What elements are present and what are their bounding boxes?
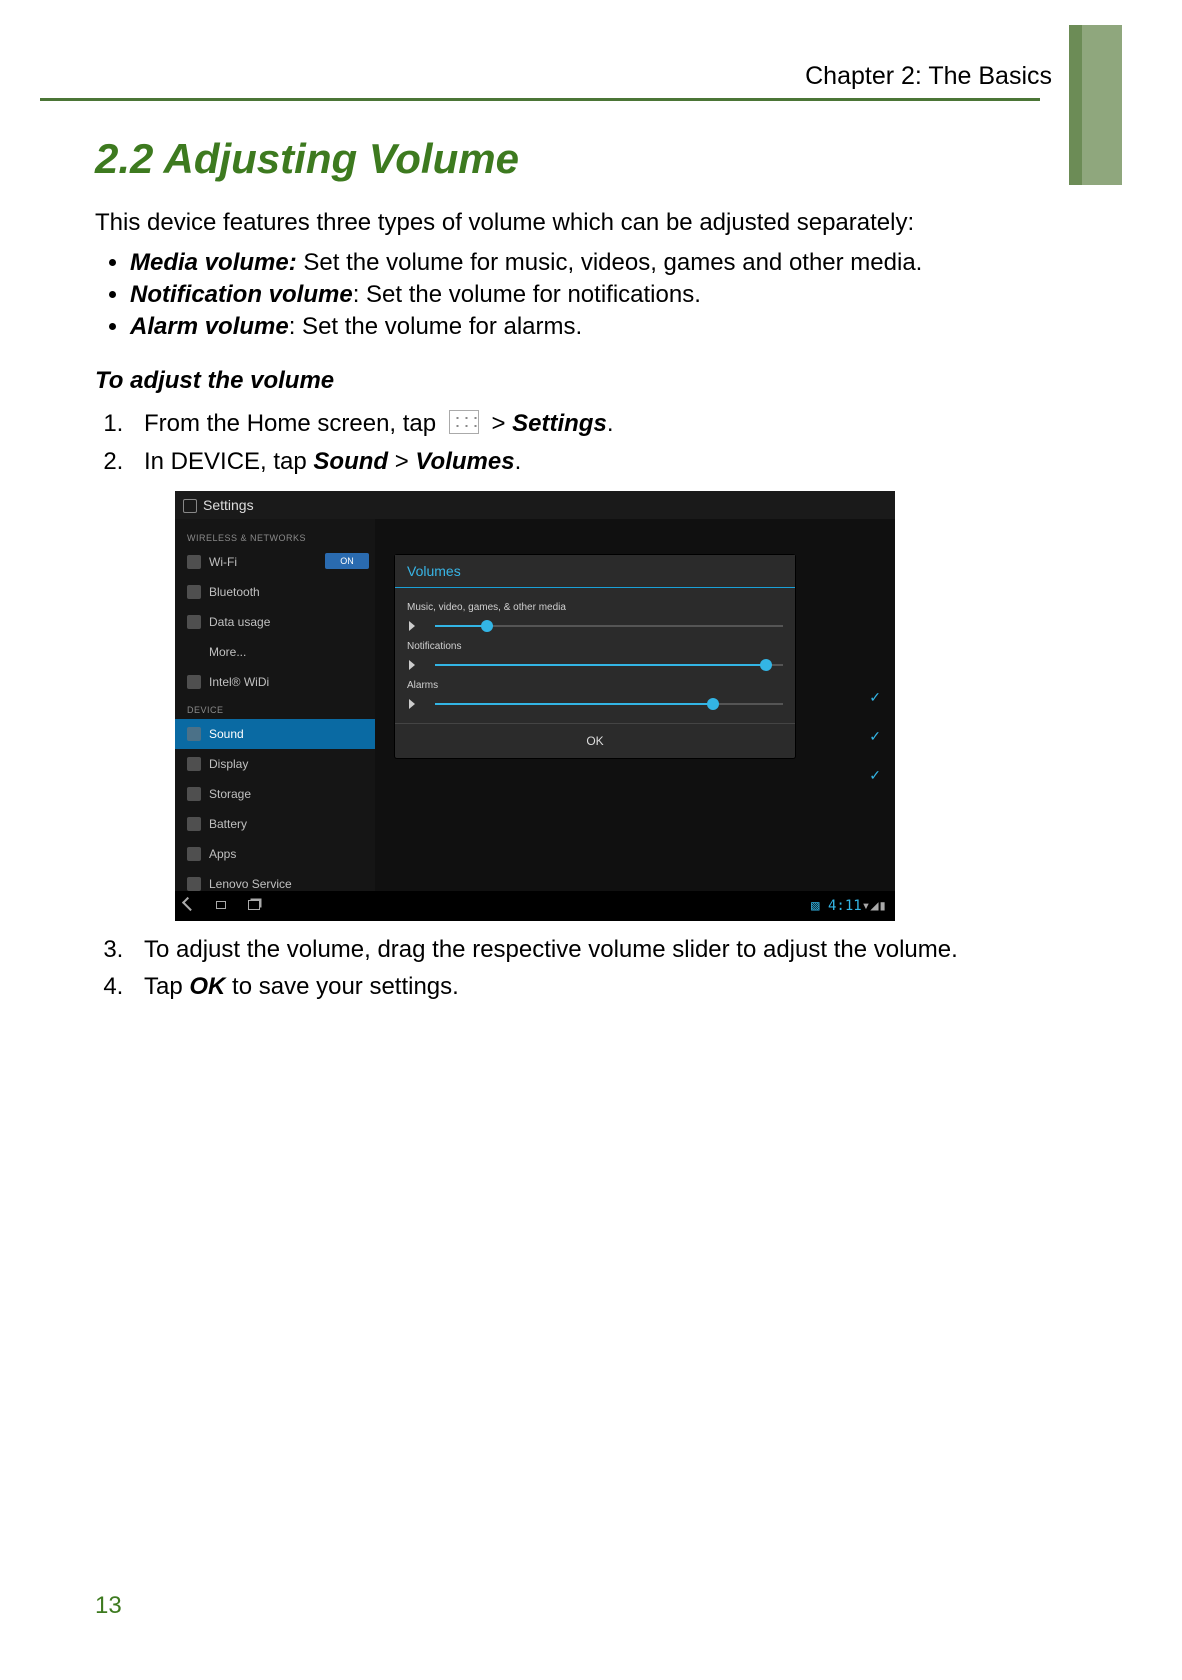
apps-grid-icon [449, 410, 479, 434]
step-3: To adjust the volume, drag the respectiv… [130, 933, 1055, 967]
sidebar-item-label: Wi-Fi [209, 555, 237, 569]
bullet-desc: Set the volume for music, videos, games … [297, 249, 923, 276]
check-icon: ✓ [869, 689, 881, 706]
apps-icon [187, 847, 201, 861]
step-text: To adjust the volume, drag the respectiv… [144, 936, 958, 963]
sidebar-item-label: Sound [209, 727, 244, 741]
chapter-header: Chapter 2: The Basics [805, 62, 1052, 91]
step-1: From the Home screen, tap > Settings. [130, 407, 1055, 441]
step-text: From the Home screen, tap [144, 410, 443, 437]
sound-icon [187, 727, 201, 741]
list-item: Alarm volume: Set the volume for alarms. [130, 313, 1055, 341]
step-strong: Sound [313, 448, 388, 475]
shot-main: Volumes Music, video, games, & other med… [375, 519, 895, 891]
side-tab-edge [1069, 25, 1082, 185]
intro-text: This device features three types of volu… [95, 207, 1055, 239]
subheading: To adjust the volume [95, 367, 1055, 395]
bullet-term: Notification volume [130, 281, 353, 308]
shot-titlebar: Settings [175, 491, 895, 519]
alarms-label: Alarms [407, 680, 783, 691]
widi-icon [187, 675, 201, 689]
shot-sidebar: WIRELESS & NETWORKS Wi-Fi ON Bluetooth D… [175, 519, 375, 891]
sidebar-item-battery[interactable]: Battery [175, 809, 375, 839]
recent-icon[interactable] [246, 898, 262, 910]
wifi-toggle[interactable]: ON [325, 553, 369, 569]
sidebar-item-bluetooth[interactable]: Bluetooth [175, 577, 375, 607]
notifications-label: Notifications [407, 641, 783, 652]
alarms-slider[interactable] [407, 697, 783, 711]
bullet-list: Media volume: Set the volume for music, … [95, 249, 1055, 341]
ok-button[interactable]: OK [395, 723, 795, 758]
sidebar-item-wifi[interactable]: Wi-Fi ON [175, 547, 375, 577]
check-column: ✓ ✓ ✓ [869, 689, 881, 784]
page-number: 13 [95, 1592, 122, 1620]
media-label: Music, video, games, & other media [407, 602, 783, 613]
home-icon[interactable] [214, 898, 230, 910]
sidebar-section-device: DEVICE [175, 697, 375, 719]
step-text: > [491, 410, 512, 437]
side-tab [1082, 25, 1122, 185]
step-text: . [515, 448, 522, 475]
shot-navbar: ▧ 4:11▾◢▮ [175, 891, 895, 921]
steps-list: From the Home screen, tap > Settings. In… [95, 407, 1055, 478]
sidebar-item-data-usage[interactable]: Data usage [175, 607, 375, 637]
speaker-icon [407, 619, 423, 633]
dialog-title: Volumes [395, 555, 795, 588]
battery-icon [187, 817, 201, 831]
sidebar-item-label: Display [209, 757, 248, 771]
check-icon: ✓ [869, 767, 881, 784]
bullet-term: Alarm volume [130, 313, 289, 340]
display-icon [187, 757, 201, 771]
sidebar-item-storage[interactable]: Storage [175, 779, 375, 809]
sidebar-item-sound[interactable]: Sound [175, 719, 375, 749]
step-text: to save your settings. [225, 973, 458, 1000]
sidebar-section-wireless: WIRELESS & NETWORKS [175, 525, 375, 547]
step-text: Tap [144, 973, 189, 1000]
notifications-slider[interactable] [407, 658, 783, 672]
check-icon: ✓ [869, 728, 881, 745]
sidebar-item-label: Bluetooth [209, 585, 260, 599]
sidebar-item-label: Apps [209, 847, 236, 861]
section-title: 2.2 Adjusting Volume [95, 135, 1055, 183]
step-text: > [388, 448, 415, 475]
data-usage-icon [187, 615, 201, 629]
steps-list-continued: To adjust the volume, drag the respectiv… [95, 933, 1055, 1004]
step-strong: OK [189, 973, 225, 1000]
bullet-desc: : Set the volume for notifications. [353, 281, 701, 308]
sidebar-item-widi[interactable]: Intel® WiDi [175, 667, 375, 697]
step-4: Tap OK to save your settings. [130, 970, 1055, 1004]
list-item: Notification volume: Set the volume for … [130, 281, 1055, 309]
sidebar-item-label: Battery [209, 817, 247, 831]
alarm-icon [407, 697, 423, 711]
sidebar-item-label: Lenovo Service [209, 877, 292, 891]
list-item: Media volume: Set the volume for music, … [130, 249, 1055, 277]
media-slider[interactable] [407, 619, 783, 633]
volumes-dialog: Volumes Music, video, games, & other med… [395, 555, 795, 758]
storage-icon [187, 787, 201, 801]
wifi-icon [187, 555, 201, 569]
bullet-desc: : Set the volume for alarms. [289, 313, 582, 340]
step-2: In DEVICE, tap Sound > Volumes. [130, 445, 1055, 479]
sidebar-item-label: Intel® WiDi [209, 675, 269, 689]
step-strong: Settings [512, 410, 607, 437]
bluetooth-icon [187, 585, 201, 599]
step-text: . [607, 410, 614, 437]
sidebar-item-apps[interactable]: Apps [175, 839, 375, 869]
sidebar-item-label: Storage [209, 787, 251, 801]
sidebar-item-display[interactable]: Display [175, 749, 375, 779]
back-icon[interactable] [183, 898, 199, 910]
header-rule [40, 98, 1040, 101]
step-text: In DEVICE, tap [144, 448, 313, 475]
step-strong: Volumes [415, 448, 514, 475]
status-time: ▧ 4:11▾◢▮ [811, 898, 887, 914]
sidebar-item-more[interactable]: More... [175, 637, 375, 667]
bullet-term: Media volume: [130, 249, 297, 276]
sidebar-item-label: More... [209, 645, 246, 659]
embedded-screenshot: Settings WIRELESS & NETWORKS Wi-Fi ON Bl… [175, 491, 895, 921]
service-icon [187, 877, 201, 891]
sidebar-item-label: Data usage [209, 615, 270, 629]
notification-icon [407, 658, 423, 672]
